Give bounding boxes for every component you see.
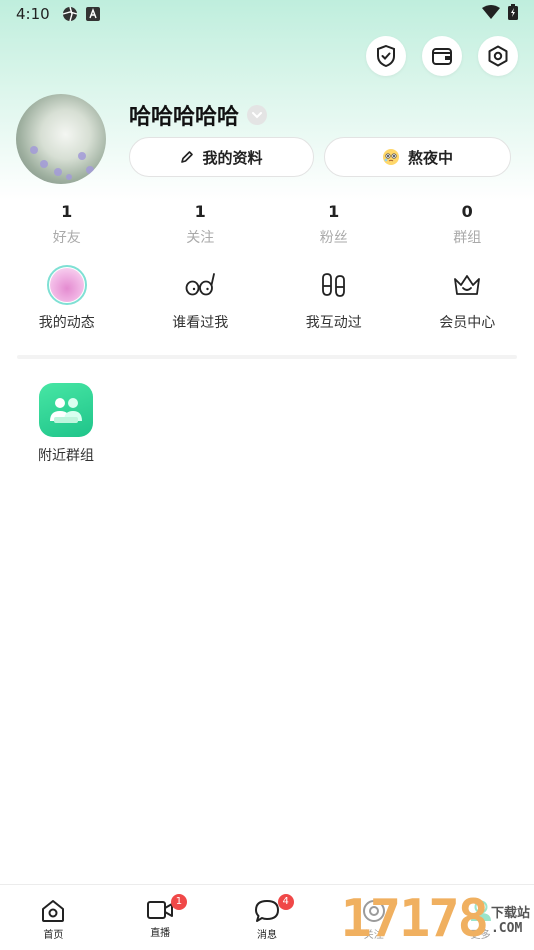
top-actions xyxy=(366,36,518,76)
bottom-tab-bar: 首页 1 直播 4 消息 关注 更多 xyxy=(0,884,534,950)
tool-label: 附近群组 xyxy=(38,448,94,464)
nearby-group-icon xyxy=(39,383,93,437)
stat-fans[interactable]: 1 粉丝 xyxy=(267,202,401,247)
tab-home[interactable]: 首页 xyxy=(0,885,107,950)
status-label: 熬夜中 xyxy=(407,148,453,167)
video-icon xyxy=(147,901,174,919)
home-icon xyxy=(42,900,65,922)
stat-value: 1 xyxy=(61,202,73,221)
tab-label: 首页 xyxy=(43,930,64,941)
quick-label: 我的动态 xyxy=(38,315,95,331)
crown-icon xyxy=(446,264,488,306)
quick-item-vip-center[interactable]: 会员中心 xyxy=(401,264,534,332)
stat-following[interactable]: 1 关注 xyxy=(134,202,268,247)
quick-label: 谁看过我 xyxy=(172,315,229,331)
tab-follow[interactable]: 关注 xyxy=(320,885,427,950)
shield-check-icon xyxy=(377,45,395,67)
status-bar: 4:10 xyxy=(0,0,534,28)
tab-more[interactable]: 更多 xyxy=(427,885,534,950)
stat-friends[interactable]: 1 好友 xyxy=(0,202,134,247)
nickname: 哈哈哈哈哈 xyxy=(129,105,240,130)
stat-value: 0 xyxy=(461,202,473,221)
status-button[interactable]: 熬夜中 xyxy=(324,137,511,177)
quick-item-interacted[interactable]: 我互动过 xyxy=(267,264,401,332)
stat-value: 1 xyxy=(328,202,340,221)
avatar[interactable] xyxy=(16,94,106,184)
footprints-icon xyxy=(313,264,355,306)
font-a-icon xyxy=(85,7,100,21)
wifi-icon xyxy=(482,5,500,23)
security-button[interactable] xyxy=(366,36,406,76)
chat-icon xyxy=(254,900,279,922)
quick-label: 会员中心 xyxy=(439,315,496,331)
quick-actions: 我的动态 谁看过我 我互动过 会员中心 xyxy=(0,264,534,332)
eye-icon xyxy=(362,900,385,922)
pencil-icon xyxy=(181,151,194,163)
tab-label: 更多 xyxy=(470,930,491,941)
section-divider xyxy=(17,355,517,359)
glasses-icon xyxy=(179,264,221,306)
stat-label: 粉丝 xyxy=(319,230,348,246)
stat-label: 好友 xyxy=(52,230,81,246)
battery-icon xyxy=(508,4,518,24)
stats-row: 1 好友 1 关注 1 粉丝 0 群组 xyxy=(0,202,534,247)
feed-avatar-icon xyxy=(46,265,87,305)
my-profile-label: 我的资料 xyxy=(202,148,263,167)
quick-item-my-feed[interactable]: 我的动态 xyxy=(0,264,134,332)
tab-label: 关注 xyxy=(363,930,384,941)
wallet-icon xyxy=(432,48,452,65)
my-profile-button[interactable]: 我的资料 xyxy=(129,137,314,177)
quick-item-who-viewed[interactable]: 谁看过我 xyxy=(134,264,268,332)
stat-label: 关注 xyxy=(186,230,215,246)
tab-badge: 1 xyxy=(170,894,187,910)
chevron-down-icon[interactable] xyxy=(247,105,268,125)
nickname-row: 哈哈哈哈哈 xyxy=(129,99,268,131)
wallet-button[interactable] xyxy=(422,36,462,76)
tool-nearby-group[interactable]: 附近群组 xyxy=(34,383,98,465)
sleepy-face-icon xyxy=(382,149,399,165)
stat-label: 群组 xyxy=(453,230,482,246)
aperture-icon xyxy=(62,6,78,22)
settings-button[interactable] xyxy=(478,36,518,76)
stat-value: 1 xyxy=(194,202,206,221)
tab-label: 消息 xyxy=(256,930,277,941)
tab-live[interactable]: 1 直播 xyxy=(107,885,214,950)
tab-messages[interactable]: 4 消息 xyxy=(214,885,321,950)
gear-icon xyxy=(488,45,508,67)
tab-label: 直播 xyxy=(150,928,171,939)
status-time: 4:10 xyxy=(16,5,50,23)
stat-groups[interactable]: 0 群组 xyxy=(401,202,534,247)
quick-label: 我互动过 xyxy=(305,315,362,331)
person-icon xyxy=(470,900,491,921)
tab-badge: 4 xyxy=(277,894,294,910)
